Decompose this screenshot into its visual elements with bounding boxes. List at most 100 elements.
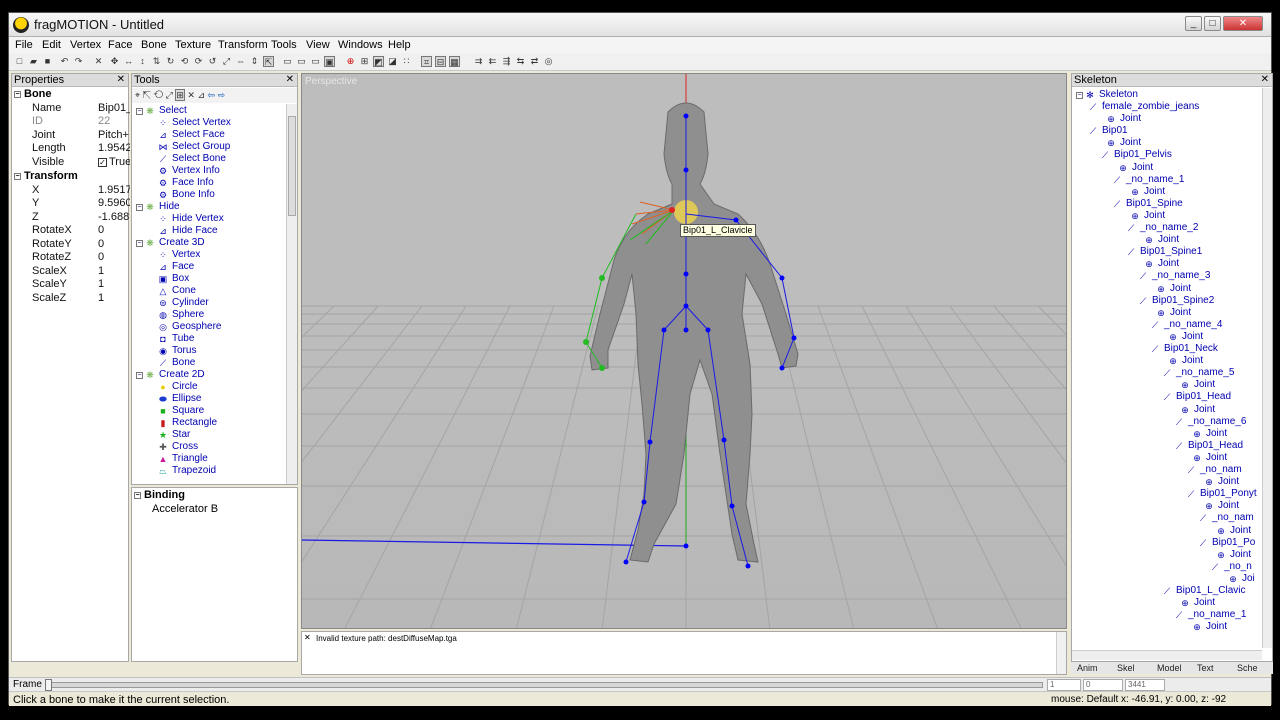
tool-item[interactable]: ✚ Cross — [158, 441, 198, 453]
skeleton-bone-node[interactable]: ⟋ _no_nam — [1198, 512, 1254, 524]
tool-item[interactable]: ◉ Torus — [158, 345, 196, 357]
frame-current-field[interactable]: 0 — [1083, 679, 1123, 691]
anim-key4-icon[interactable]: ⇆ — [515, 56, 526, 67]
skeleton-joint-node[interactable]: ⊕ Joint — [1118, 162, 1153, 174]
menu-help[interactable]: Help — [388, 39, 411, 51]
new-file-icon[interactable]: □ — [14, 56, 25, 67]
skeleton-joint-node[interactable]: ⊕ Joint — [1216, 525, 1251, 537]
skeleton-joint-node[interactable]: ⊕ Joint — [1180, 379, 1215, 391]
tool-item[interactable]: ⚙ Face Info — [158, 177, 214, 189]
scale-y-icon[interactable]: ⇕ — [249, 56, 260, 67]
prop-row[interactable]: X 1.9517 — [12, 184, 130, 197]
prop-row[interactable]: ScaleZ 1 — [12, 292, 128, 305]
view-persp-icon[interactable]: ▣ — [324, 56, 335, 67]
bones-icon[interactable]: ⌗ — [421, 56, 432, 67]
skeleton-joint-node[interactable]: ⊕ Joint — [1156, 307, 1191, 319]
anim-key5-icon[interactable]: ⇄ — [529, 56, 540, 67]
frame-slider[interactable] — [45, 682, 1043, 688]
skeleton-bone-node[interactable]: ⟋ _no_name_1 — [1174, 609, 1247, 621]
skeleton-bone-node[interactable]: ⟋ _no_name_2 — [1126, 222, 1199, 234]
tool-item[interactable]: ▮ Rectangle — [158, 417, 218, 429]
skeleton-joint-node[interactable]: ⊕ Joint — [1192, 621, 1227, 633]
skeleton-joint-node[interactable]: ⊕ Joint — [1192, 452, 1227, 464]
tool-category-create3d[interactable]: − ❋ Create 3D — [136, 237, 205, 249]
tool-category-create2d[interactable]: − ❋ Create 2D — [136, 369, 205, 381]
rotate-icon[interactable]: ↻ — [165, 56, 176, 67]
prop-row[interactable]: ID 22 — [12, 115, 128, 128]
tab-text[interactable]: Text — [1197, 662, 1214, 674]
tool-item[interactable]: ◎ Geosphere — [158, 321, 221, 333]
skeleton-bone-node[interactable]: ⟋ Bip01_Spine1 — [1126, 246, 1202, 258]
tab-skel[interactable]: Skel — [1117, 662, 1135, 674]
close-icon[interactable]: ✕ — [304, 633, 311, 642]
tool-scale-icon[interactable]: ⤢ — [166, 90, 173, 100]
maximize-button[interactable]: □ — [1204, 16, 1221, 31]
prop-row[interactable]: RotateZ 0 — [12, 251, 128, 264]
scale-icon[interactable]: ⤢ — [221, 56, 232, 67]
skeleton-joint-node[interactable]: ⊕ Joint — [1144, 234, 1179, 246]
tool-item[interactable]: ▲ Triangle — [158, 453, 208, 465]
menu-texture[interactable]: Texture — [175, 39, 211, 51]
binding-group[interactable]: − Binding — [132, 489, 297, 502]
frame-end-field[interactable]: 3441 — [1125, 679, 1165, 691]
menu-file[interactable]: File — [15, 39, 33, 51]
back-arrow-icon[interactable]: ⇦ — [208, 90, 216, 100]
skeleton-joint-node[interactable]: ⊕ Joint — [1144, 258, 1179, 270]
rotate-z-icon[interactable]: ↺ — [207, 56, 218, 67]
collapse-icon[interactable]: − — [136, 372, 143, 379]
prop-row[interactable]: Name Bip01_ — [12, 102, 130, 115]
skeleton-bone-node[interactable]: ⟋ _no_name_4 — [1150, 319, 1223, 331]
tool-item[interactable]: ⟋ Select Bone — [158, 153, 226, 165]
tool-category-hide[interactable]: − ❋ Hide — [136, 201, 180, 213]
skeleton-bone-node[interactable]: ⟋ Bip01_L_Clavic — [1162, 585, 1246, 597]
tool-item[interactable]: ⊜ Cylinder — [158, 297, 208, 309]
tool-rotate-icon[interactable]: ⟲ — [153, 90, 163, 100]
tool-grid-icon[interactable]: ⊞ — [175, 89, 185, 101]
scale-x-icon[interactable]: ⇔ — [235, 56, 246, 67]
skeleton-bone-node[interactable]: ⟋ Bip01_Po — [1198, 537, 1256, 549]
skeleton-joint-node[interactable]: ⊕ Joint — [1156, 283, 1191, 295]
skeleton-joint-node[interactable]: ⊕ Joi — [1228, 573, 1255, 585]
move-z-icon[interactable]: ⇅ — [151, 56, 162, 67]
skeleton-joint-node[interactable]: ⊕ Joint — [1168, 355, 1203, 367]
close-icon[interactable]: ✕ — [286, 74, 294, 86]
undo-icon[interactable]: ↶ — [59, 56, 70, 67]
skeleton-joint-node[interactable]: ⊕ Joint — [1130, 210, 1165, 222]
skeleton-scrollbar-v[interactable] — [1262, 88, 1272, 648]
skeleton-scrollbar-h[interactable] — [1072, 650, 1262, 660]
menu-tools[interactable]: Tools — [271, 39, 297, 51]
settings-icon[interactable]: ◎ — [543, 56, 554, 67]
skeleton-joint-node[interactable]: ⊕ Joint — [1204, 476, 1239, 488]
log-scrollbar[interactable] — [1056, 632, 1066, 674]
tools-scrollbar[interactable] — [286, 104, 297, 484]
skeleton-joint-node[interactable]: ⊕ Joint — [1168, 331, 1203, 343]
anim-key3-icon[interactable]: ⇶ — [501, 56, 512, 67]
tool-item[interactable]: ⁘ Vertex — [158, 249, 200, 261]
prop-row[interactable]: Z -1.688 — [12, 211, 129, 224]
redo-icon[interactable]: ↷ — [73, 56, 84, 67]
tool-item[interactable]: ⟋ Bone — [158, 357, 196, 369]
collapse-icon[interactable]: − — [136, 240, 143, 247]
tool-item[interactable]: ▣ Box — [158, 273, 190, 285]
skeleton-bone-node[interactable]: ⟋ _no_nam — [1186, 464, 1242, 476]
3d-viewport[interactable]: Perspective Bip01_L_Clavicle — [301, 73, 1067, 629]
skeleton-joint-node[interactable]: ⊕ Joint — [1106, 113, 1141, 125]
collapse-icon[interactable]: − — [136, 108, 143, 115]
tool-item[interactable]: ⊿ Hide Face — [158, 225, 217, 237]
skeleton-bone-node[interactable]: ⟋ Bip01_Pelvis — [1100, 149, 1172, 161]
tool-item[interactable]: ● Circle — [158, 381, 197, 393]
binding-accelerator[interactable]: Accelerator B — [152, 503, 218, 516]
rotate-x-icon[interactable]: ⟲ — [179, 56, 190, 67]
skeleton-bone-node[interactable]: ⟋ Bip01_Head — [1162, 391, 1231, 403]
tool-category-select[interactable]: − ❋ Select — [136, 105, 187, 117]
move-icon[interactable]: ✥ — [109, 56, 120, 67]
textured-icon[interactable]: ◪ — [387, 56, 398, 67]
tool-item[interactable]: ⏢ Trapezoid — [158, 465, 216, 477]
tool-item[interactable]: ⁘ Select Vertex — [158, 117, 231, 129]
move-x-icon[interactable]: ↔ — [123, 56, 134, 67]
tab-sche[interactable]: Sche — [1237, 662, 1258, 674]
skeleton-joint-node[interactable]: ⊕ Joint — [1204, 500, 1239, 512]
tool-item[interactable]: ◍ Sphere — [158, 309, 204, 321]
prop-row[interactable]: Y 9.5960 — [12, 197, 130, 210]
view-top-icon[interactable]: ▭ — [310, 56, 321, 67]
